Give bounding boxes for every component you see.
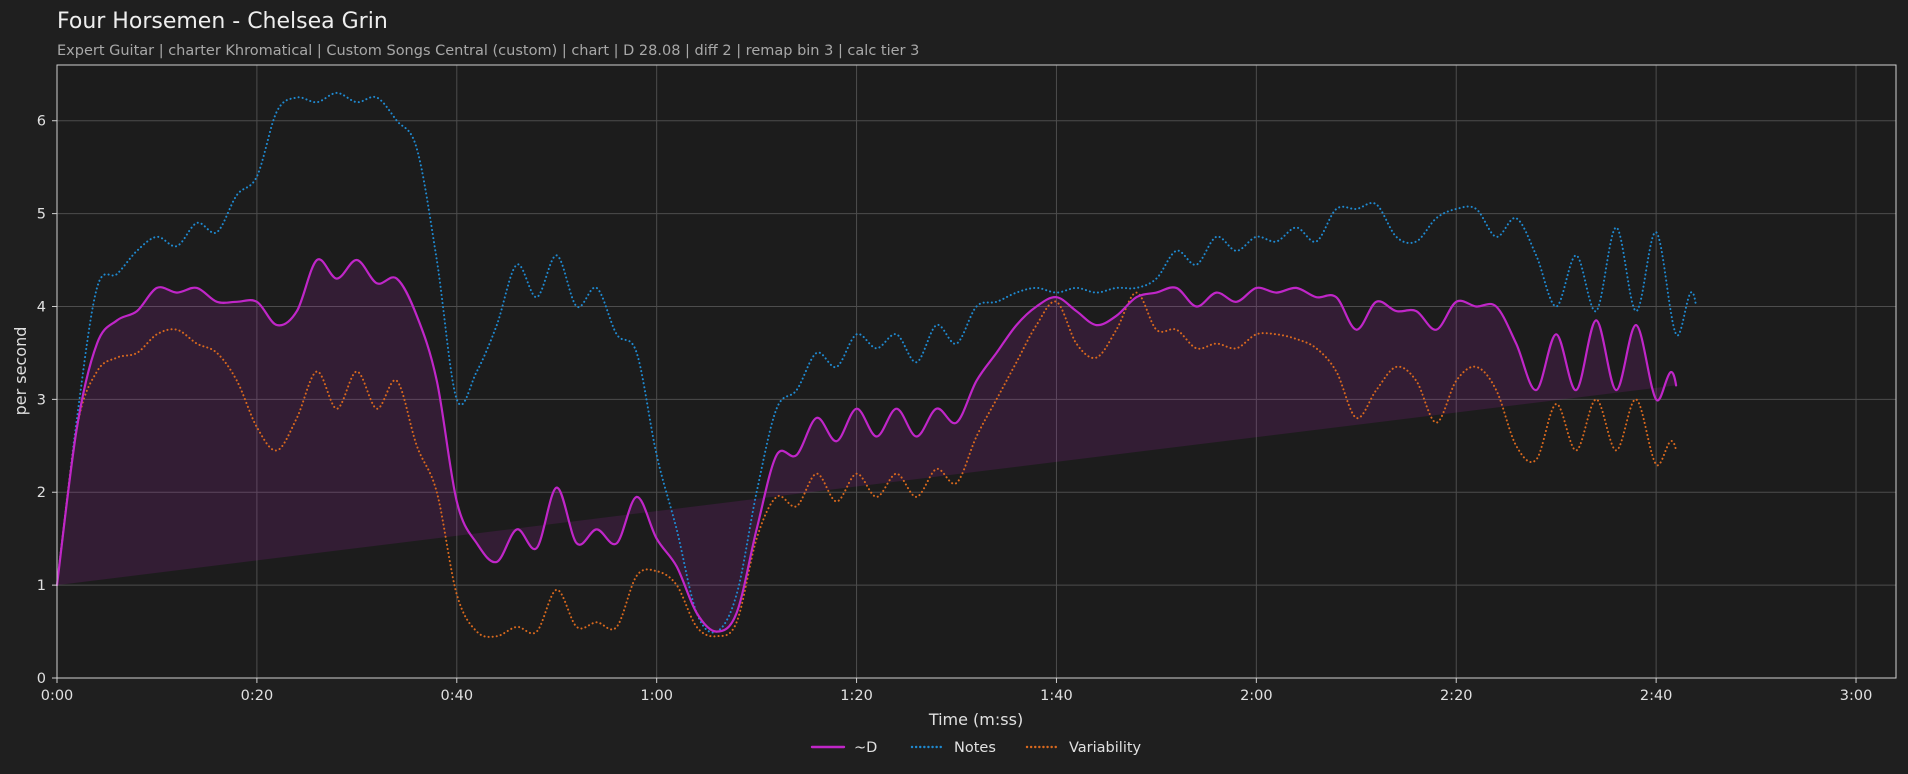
chart-subtitle: Expert Guitar | charter Khromatical | Cu…: [57, 43, 919, 59]
y-tick-label: 3: [37, 392, 46, 408]
x-tick-label: 1:00: [640, 688, 673, 704]
legend-item-variability: Variability: [1025, 740, 1142, 756]
y-tick-label: 5: [37, 207, 46, 223]
x-tick-label: 2:20: [1440, 688, 1473, 704]
legend-item-d: ~D: [810, 740, 877, 756]
x-tick-label: 1:40: [1040, 688, 1073, 704]
y-tick-label: 4: [37, 299, 46, 315]
y-tick-label: 2: [37, 485, 46, 501]
x-tick-label: 2:40: [1640, 688, 1673, 704]
legend-label: Variability: [1069, 740, 1142, 756]
x-axis-label: Time (m:ss): [928, 710, 1023, 729]
x-tick-label: 0:20: [241, 688, 274, 704]
x-tick-label: 3:00: [1840, 688, 1873, 704]
x-tick-label: 1:20: [840, 688, 873, 704]
y-tick-label: 1: [37, 578, 46, 594]
legend-label: Notes: [954, 740, 996, 756]
x-tick-label: 2:00: [1240, 688, 1273, 704]
chart-title: Four Horsemen - Chelsea Grin: [57, 9, 388, 34]
x-tick-label: 0:40: [441, 688, 474, 704]
legend-label: ~D: [854, 740, 877, 756]
y-tick-label: 0: [37, 671, 46, 687]
x-tick-label: 0:00: [41, 688, 74, 704]
legend: ~D Notes Variability: [810, 740, 1142, 756]
chart-figure: Four Horsemen - Chelsea Grin Expert Guit…: [11, 9, 1897, 756]
y-axis-label: per second: [11, 327, 30, 416]
y-tick-label: 6: [37, 114, 46, 130]
legend-item-notes: Notes: [910, 740, 996, 756]
